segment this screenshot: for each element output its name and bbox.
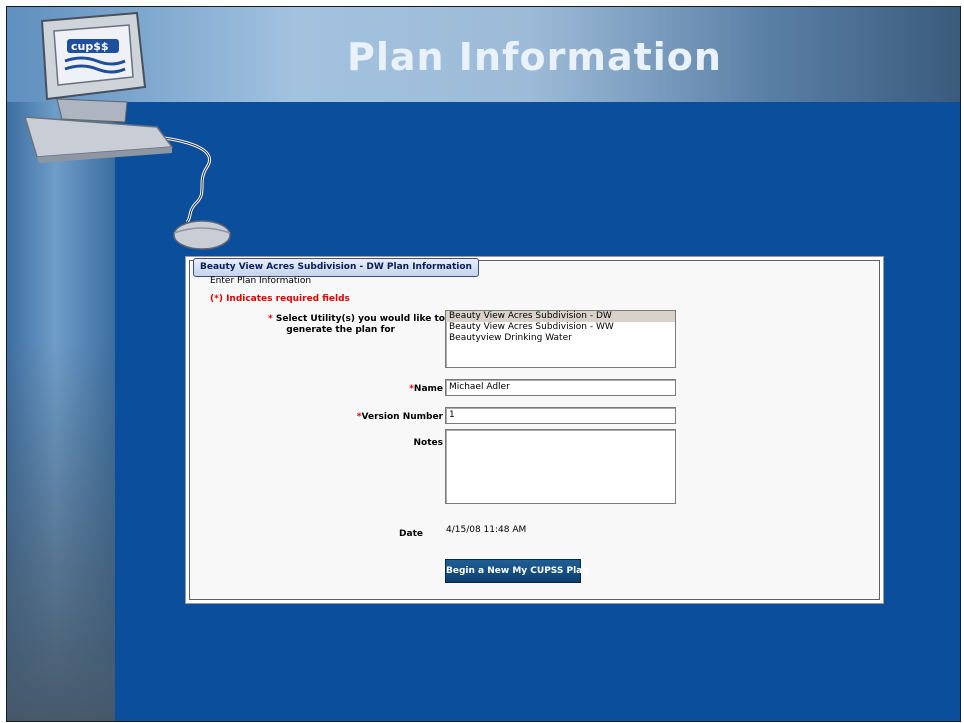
name-label-text: Name [413,384,443,394]
utility-select-list[interactable]: Beauty View Acres Subdivision - DW Beaut… [445,310,676,368]
notes-textarea[interactable] [445,429,676,504]
notes-label: Notes [413,438,443,448]
name-field[interactable]: Michael Adler [445,379,676,396]
page-title: Plan Information [347,35,722,79]
computer-logo-icon: cup$$ [23,11,231,250]
tab-plan-information[interactable]: Beauty View Acres Subdivision - DW Plan … [193,258,479,277]
begin-new-plan-button[interactable]: Begin a New My CUPSS Plan [445,559,589,583]
utility-label: * Select Utility(s) you would like to [268,314,445,324]
version-label-text: Version Number [361,412,443,422]
utility-option-drinking-water[interactable]: Beautyview Drinking Water [446,333,675,344]
required-marker: * [268,314,273,324]
name-label: *Name [360,384,443,394]
date-label: Date [399,529,423,539]
required-fields-note: (*) Indicates required fields [210,294,350,304]
utility-option-ww[interactable]: Beauty View Acres Subdivision - WW [446,322,675,333]
logo-text: cup$$ [71,40,109,53]
utility-label-line1: Select Utility(s) you would like to [275,314,445,324]
utility-option-dw[interactable]: Beauty View Acres Subdivision - DW [446,311,675,322]
form-subtitle: Enter Plan Information [210,276,312,286]
version-label: *Version Number [340,412,443,422]
date-value: 4/15/08 11:48 AM [446,525,527,535]
version-number-field[interactable]: 1 [445,407,676,424]
utility-label-line2: generate the plan for [286,325,395,335]
